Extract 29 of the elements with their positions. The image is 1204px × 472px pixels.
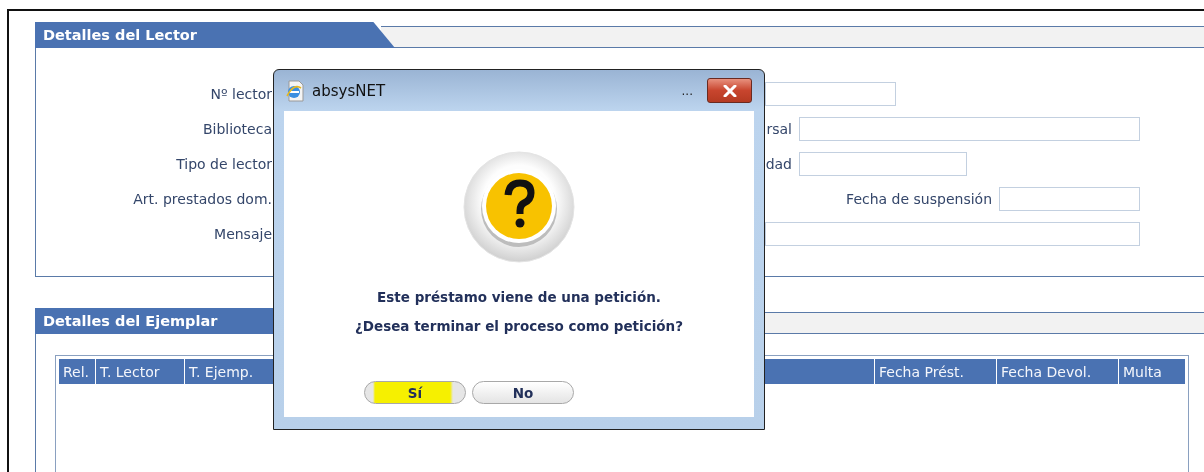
title-ellipsis: ... [681,83,693,98]
close-icon [722,84,737,97]
close-button[interactable] [707,78,752,103]
question-icon [463,151,575,263]
field-label: rsal [765,120,792,137]
field-label: Mensaje [213,225,272,242]
window-title: absysNET [312,81,387,100]
field-label: Tipo de lector [175,155,272,172]
message-text: Este préstamo viene de una petición. [376,288,662,307]
panel-title: Detalles del Lector [35,22,395,48]
browser-icon [284,79,306,102]
text-field[interactable] [799,151,967,176]
text-field[interactable] [765,221,1140,246]
column-header: T. Lector [96,359,184,384]
text-field[interactable] [799,116,1140,141]
column-header: T. Ejemp. [185,359,276,384]
dialog-button[interactable]: Sí [364,381,466,404]
text-field[interactable] [765,81,896,106]
field-label: Nº lector [209,85,272,102]
field-label: Fecha de suspensión [845,190,992,207]
field-label: Biblioteca [201,120,272,137]
column-header: Fecha Devol. [997,359,1118,384]
column-header: Rel. [59,359,95,384]
column-header: Fecha Prést. [875,359,996,384]
dialog-button[interactable]: No [472,381,574,404]
field-label: Art. prestados dom. [132,190,272,207]
text-field[interactable] [999,186,1140,211]
column-header: Multa [1119,359,1185,384]
field-label: dad [765,155,792,172]
